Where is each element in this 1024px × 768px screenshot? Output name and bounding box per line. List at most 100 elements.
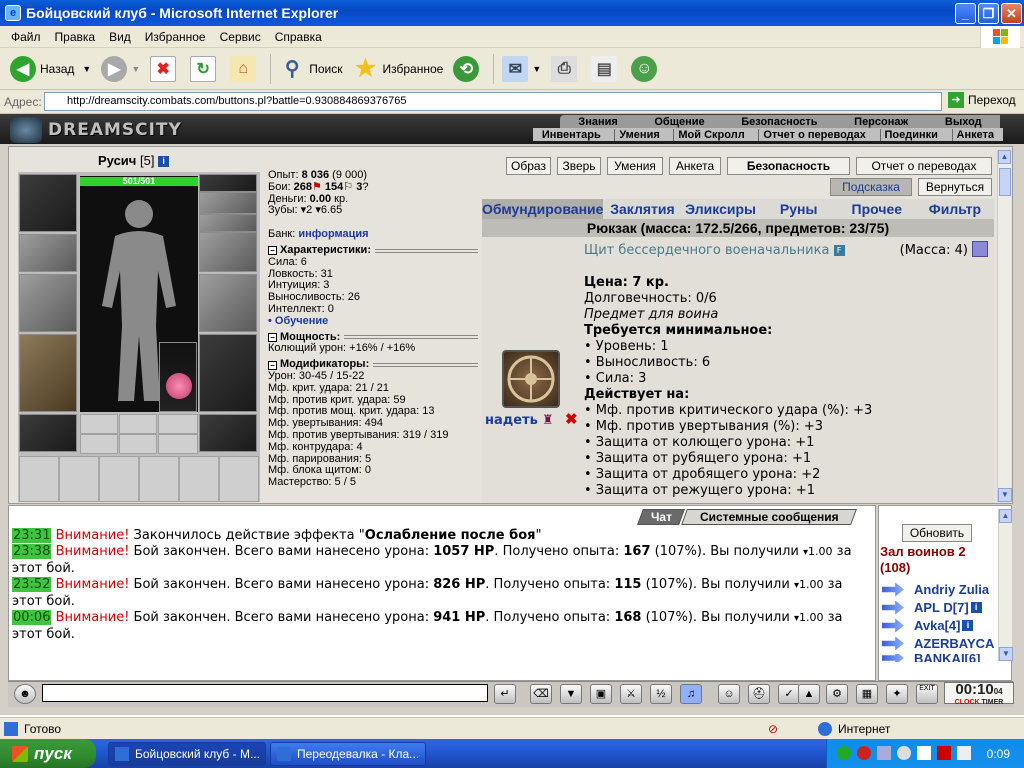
shield-item-image[interactable] (502, 350, 560, 408)
menu-favorites[interactable]: Избранное (138, 30, 213, 44)
nav-exit[interactable]: Выход (941, 116, 986, 128)
nav-security[interactable]: Безопасность (737, 116, 821, 128)
start-button[interactable]: пуск (0, 739, 96, 768)
belt-slots[interactable] (19, 456, 259, 502)
taskbar-item-combats[interactable]: Бойцовский клуб - М... (108, 742, 266, 766)
info-icon[interactable]: i (970, 602, 982, 613)
tab-spells[interactable]: Заклятия (603, 199, 681, 219)
mail-button[interactable]: ✉ ▼ (498, 51, 545, 87)
helmet-icon[interactable]: ⛑ (748, 684, 770, 704)
training-link[interactable]: • Обучение (268, 315, 478, 328)
private-message-icon[interactable] (882, 582, 904, 597)
smile-face-icon[interactable]: ☻ (14, 684, 36, 704)
collapse-icon[interactable]: − (268, 246, 277, 256)
filter-icon[interactable]: ▼ (560, 684, 582, 704)
scroll-thumb[interactable] (999, 168, 1011, 196)
tray-icon[interactable] (837, 746, 851, 760)
private-message-icon[interactable] (882, 618, 904, 633)
sound-icon[interactable]: ♫ (680, 684, 702, 704)
lock-icon[interactable]: ▦ (856, 684, 878, 704)
tab-filter[interactable]: Фильтр (916, 199, 994, 219)
private-message-icon[interactable] (882, 654, 904, 662)
slot-belt[interactable] (19, 414, 77, 452)
menu-tools[interactable]: Сервис (213, 30, 268, 44)
user-item[interactable]: APL D[7] i (882, 600, 982, 615)
minimize-button[interactable]: _ (955, 3, 976, 24)
home-button[interactable]: ⌂ (226, 51, 264, 87)
forward-dropdown-icon[interactable]: ▼ (131, 64, 140, 74)
slot-boots[interactable] (199, 414, 257, 452)
favorites-button[interactable]: ★ Избранное (349, 51, 448, 87)
nav-my-scroll[interactable]: Мой Скролл (673, 128, 748, 141)
slot-amulet[interactable] (199, 174, 257, 192)
characteristics-header[interactable]: − Характеристики: (268, 244, 478, 257)
tray-icon[interactable] (897, 746, 911, 760)
slot-pet[interactable] (159, 342, 197, 412)
user-item[interactable]: Andriy Zulia (882, 582, 989, 597)
popup-blocked-icon[interactable]: ⊘ (768, 722, 778, 736)
tray-icon[interactable] (857, 746, 871, 760)
send-icon[interactable]: ↵ (494, 684, 516, 704)
nav-character[interactable]: Персонаж (850, 116, 912, 128)
back-game-button[interactable]: Вернуться (918, 178, 992, 196)
back-button[interactable]: ◀ Назад ▼ (6, 51, 95, 87)
nav-communication[interactable]: Общение (650, 116, 708, 128)
slot-legs[interactable] (199, 334, 257, 412)
chat-time[interactable]: 23:38 (12, 544, 52, 559)
gear-icon[interactable]: ⚙ (826, 684, 848, 704)
maximize-button[interactable]: ❐ (978, 3, 999, 24)
nav-transfer-report[interactable]: Отчет о переводах (758, 128, 870, 141)
item-name[interactable]: Щит бессердечного военачальника (584, 243, 829, 258)
slot-gloves[interactable] (199, 232, 257, 272)
chat-time[interactable]: 23:31 (12, 528, 52, 543)
nav-knowledge[interactable]: Знания (574, 116, 621, 128)
back-dropdown-icon[interactable]: ▼ (82, 64, 91, 74)
chat-time[interactable]: 00:06 (12, 610, 52, 625)
address-input[interactable]: http://dreamscity.combats.com/buttons.pl… (44, 92, 942, 111)
slot-rune-3[interactable] (158, 434, 198, 454)
scroll-down-icon[interactable]: ▼ (999, 647, 1013, 661)
delete-item-icon[interactable]: ✖ (565, 410, 578, 428)
slot-bracer[interactable] (199, 214, 257, 232)
slot-ring-3[interactable] (158, 414, 198, 434)
wear-item-link[interactable]: надеть (485, 413, 538, 428)
chat-input[interactable] (42, 684, 488, 702)
messenger-button[interactable]: ☺ (627, 51, 665, 87)
transfer-report-button[interactable]: Отчет о переводах (856, 157, 992, 175)
slot-offhand[interactable] (199, 274, 257, 332)
private-message-icon[interactable] (882, 636, 904, 651)
translate-icon[interactable]: ½ (650, 684, 672, 704)
mail-dropdown-icon[interactable]: ▼ (532, 64, 541, 74)
user-item[interactable]: Avka[4] i (882, 618, 974, 633)
forward-button[interactable]: ▶ ▼ (97, 51, 144, 87)
nav-skills[interactable]: Умения (614, 128, 663, 141)
user-item[interactable]: BANKAI[6] (882, 654, 980, 662)
menu-view[interactable]: Вид (102, 30, 138, 44)
close-button[interactable]: ✕ (1001, 3, 1022, 24)
team-icon[interactable]: ✦ (886, 684, 908, 704)
slot-necklace[interactable] (199, 192, 257, 214)
pet-button[interactable]: Зверь (557, 157, 601, 175)
stop-button[interactable]: ✖ (146, 51, 184, 87)
info-icon[interactable]: i (962, 620, 974, 631)
menu-edit[interactable]: Правка (48, 30, 103, 44)
edit-button[interactable]: ▤ (587, 51, 625, 87)
tab-elixirs[interactable]: Эликсиры (682, 199, 760, 219)
chat-time[interactable]: 23:52 (12, 577, 52, 592)
tray-icon[interactable] (877, 746, 891, 760)
save-icon[interactable]: ▣ (590, 684, 612, 704)
collapse-icon[interactable]: − (268, 360, 277, 370)
main-scrollbar[interactable]: ▲ ▼ (997, 150, 1012, 502)
security-button[interactable]: Безопасность (727, 157, 850, 175)
slot-rune-1[interactable] (80, 434, 118, 454)
slot-weapon[interactable] (19, 274, 77, 332)
refresh-users-button[interactable]: Обновить (902, 524, 972, 542)
skills-button[interactable]: Умения (607, 157, 663, 175)
slot-ring-2[interactable] (119, 414, 157, 434)
profile-button[interactable]: Анкета (669, 157, 721, 175)
taskbar-item-dressing[interactable]: Переодевалка - Кла... (270, 742, 426, 766)
menu-file[interactable]: Файл (4, 30, 48, 44)
bag-icon[interactable]: ▲ (798, 684, 820, 704)
tab-system-messages[interactable]: Системные сообщения (681, 509, 857, 525)
item-info-icon[interactable]: F (833, 245, 845, 256)
